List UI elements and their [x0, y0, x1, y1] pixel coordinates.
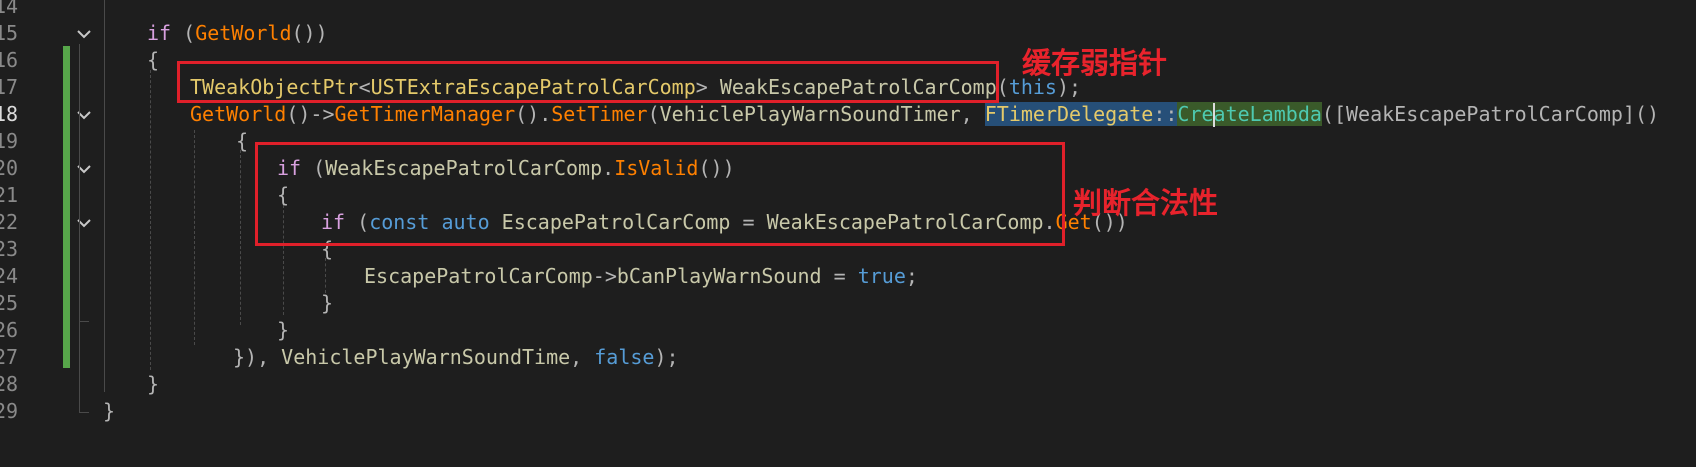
punct: -> — [592, 264, 617, 288]
annotation-box-validity — [255, 142, 1065, 246]
punct: , — [960, 102, 985, 126]
code-line-16: { — [147, 46, 159, 75]
punct: }), — [233, 345, 270, 369]
code-line-19: { — [236, 127, 248, 156]
line-number: 17 — [0, 75, 19, 99]
punct: ()) — [291, 21, 328, 45]
function-createlambda: CreateLambda — [1177, 102, 1322, 126]
punct: ( — [647, 102, 660, 126]
outline-guide-end — [79, 321, 89, 322]
punct: ); — [654, 345, 679, 369]
code-line-28: } — [147, 370, 159, 399]
line-number: 25 — [0, 291, 19, 315]
annotation-box-weak-ptr — [177, 61, 999, 103]
member-variable: bCanPlayWarnSound — [616, 264, 822, 288]
brace: } — [321, 291, 334, 315]
annotation-cache-weak-ptr: 缓存弱指针 — [1022, 46, 1168, 80]
line-number: 15 — [0, 21, 19, 45]
brace: } — [277, 318, 290, 342]
punct: (). — [515, 102, 552, 126]
indent-guide — [194, 130, 195, 345]
text-caret — [1213, 103, 1215, 127]
punct: ([WeakEscapePatrolCarComp]() — [1321, 102, 1660, 126]
keyword-true: true — [857, 264, 906, 288]
indent-guide — [240, 150, 241, 325]
punct: :: — [1153, 102, 1178, 126]
change-bar — [63, 46, 70, 368]
indent-guide — [150, 70, 151, 370]
line-number: 24 — [0, 264, 19, 288]
line-number: 26 — [0, 318, 19, 342]
function-gettimermanager: GetTimerManager — [334, 102, 516, 126]
brace: { — [147, 48, 160, 72]
brace: { — [236, 129, 249, 153]
line-number: 19 — [0, 129, 19, 153]
fold-toggle-chevron-icon[interactable] — [77, 27, 91, 41]
outline-guide — [79, 287, 80, 321]
code-line-29: } — [103, 397, 115, 426]
keyword-if: if — [147, 21, 172, 45]
outline-guide — [79, 44, 80, 412]
brace: } — [103, 399, 116, 423]
variable: VehiclePlayWarnSoundTime — [269, 345, 571, 369]
line-number: 27 — [0, 345, 19, 369]
code-line-24: EscapePatrolCarComp->bCanPlayWarnSound =… — [364, 262, 918, 291]
annotation-check-validity: 判断合法性 — [1073, 186, 1219, 220]
code-line-18: GetWorld()->GetTimerManager().SetTimer(V… — [190, 100, 1659, 129]
code-line-15: if (GetWorld()) — [147, 19, 328, 48]
function-getworld: GetWorld — [195, 21, 292, 45]
line-number: 23 — [0, 237, 19, 261]
code-line-27: }), VehiclePlayWarnSoundTime, false); — [233, 343, 679, 372]
line-number: 18 — [0, 102, 19, 126]
code-line-25: } — [321, 289, 333, 318]
line-number: 21 — [0, 183, 19, 207]
brace: } — [147, 372, 160, 396]
keyword-false: false — [594, 345, 655, 369]
variable: VehiclePlayWarnSoundTimer — [659, 102, 961, 126]
line-number: 20 — [0, 156, 19, 180]
code-line-26: } — [277, 316, 289, 345]
punct: ()-> — [286, 102, 335, 126]
line-number: 14 — [0, 0, 19, 18]
type-ftimerdelegate: FTimerDelegate — [984, 102, 1154, 126]
line-number: 29 — [0, 399, 19, 423]
code-editor[interactable]: 14 15 16 17 18 19 20 21 22 23 24 25 26 27 28 29 if (Get… — [0, 0, 1696, 467]
line-number: 22 — [0, 210, 19, 234]
punct: ; — [905, 264, 918, 288]
line-number: 28 — [0, 372, 19, 396]
function-settimer: SetTimer — [551, 102, 648, 126]
function-getworld: GetWorld — [190, 102, 287, 126]
outline-guide-end — [79, 412, 89, 413]
variable: EscapePatrolCarComp — [364, 264, 593, 288]
punct: ( — [171, 21, 196, 45]
outline-guide — [104, 0, 105, 392]
punct: = — [821, 264, 858, 288]
punct: , — [570, 345, 595, 369]
line-number: 16 — [0, 48, 19, 72]
